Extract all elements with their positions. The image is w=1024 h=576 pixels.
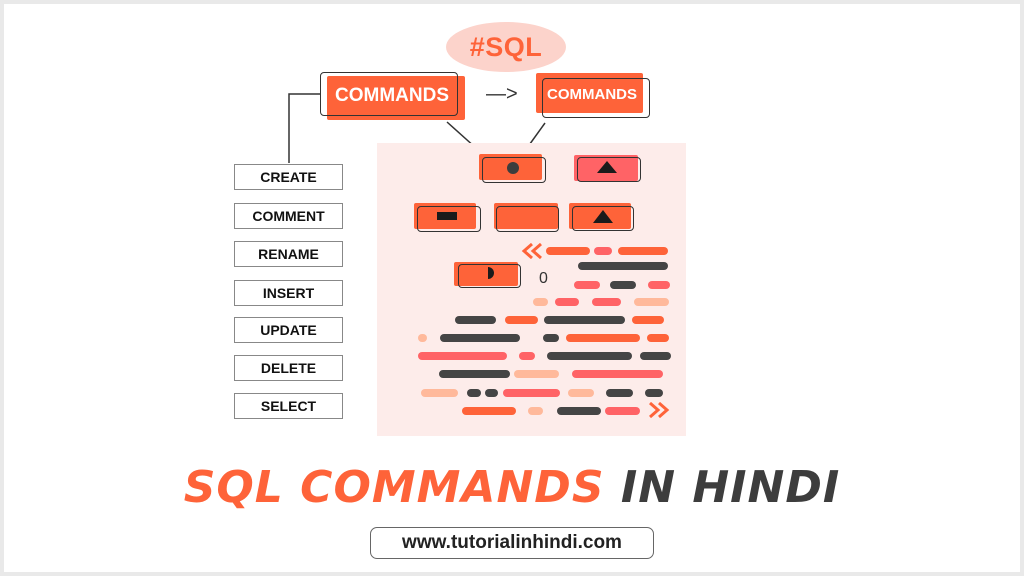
zero-label: 0 [539, 270, 548, 287]
command-item-rename: RENAME [234, 241, 343, 267]
command-item-delete: DELETE [234, 355, 343, 381]
half-circle-icon [488, 267, 494, 279]
title-part-1: SQL COMMANDS [183, 462, 605, 513]
page-title: SQL COMMANDS IN HINDI [0, 462, 1024, 513]
double-chevron-right-icon [649, 402, 670, 418]
command-item-create: CREATE [234, 164, 343, 190]
circle-icon [507, 162, 519, 174]
diagram-panel [377, 143, 686, 436]
arrow-right-icon: —> [486, 83, 518, 105]
connector-commands-to-list [288, 93, 320, 163]
website-url[interactable]: www.tutorialinhindi.com [370, 527, 654, 559]
sql-hashtag-badge: #SQL [446, 22, 566, 72]
double-chevron-left-icon [521, 243, 542, 259]
commands-primary-label: COMMANDS [335, 85, 449, 106]
node-empty-outline [496, 206, 559, 232]
command-item-update: UPDATE [234, 317, 343, 343]
title-part-2: IN HINDI [620, 462, 841, 513]
rectangle-icon [437, 212, 457, 220]
triangle-icon [597, 161, 617, 173]
command-item-select: SELECT [234, 393, 343, 419]
triangle-icon [593, 210, 613, 223]
command-item-insert: INSERT [234, 280, 343, 306]
command-item-comment: COMMENT [234, 203, 343, 229]
commands-secondary-label: COMMANDS [547, 85, 637, 103]
